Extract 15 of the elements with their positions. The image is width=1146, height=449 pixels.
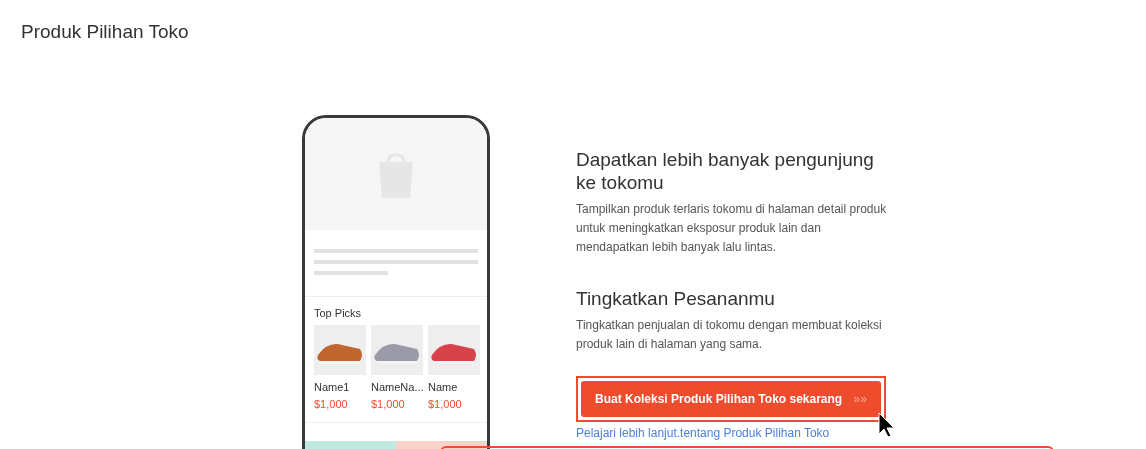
product-price: $1,000: [314, 398, 348, 410]
create-collection-button[interactable]: Buat Koleksi Produk Pilihan Toko sekarang »»: [581, 381, 881, 417]
benefit-title: Dapatkan lebih banyak pengunjung ke tokomu: [576, 148, 875, 194]
page-title: Produk Pilihan Toko: [21, 21, 189, 43]
product-price: $1,000: [371, 398, 405, 410]
benefit-text: Tingkatkan penjualan di tokomu dengan membuat koleksi produk lain di halaman yang sama.: [576, 317, 883, 353]
section-title: Top Picks: [314, 307, 362, 319]
product-name: NameNa...: [371, 381, 424, 393]
product-name: Name: [428, 381, 458, 393]
benefit-title: Tingkatkan Pesananmu: [576, 287, 776, 310]
learn-more-link[interactable]: Pelajari lebih lanjut.tentang Produk Pilihan Toko: [576, 426, 830, 440]
product-name: Name1: [314, 381, 350, 393]
cursor-icon: [877, 412, 896, 438]
product-price: $1,000: [428, 398, 462, 410]
benefit-text: Tampilkan produk terlaris tokomu di halaman detail produk untuk meningkatkan eksposur produk lain dan mendapatkan lebih banyak lalu lintas.: [576, 201, 888, 256]
